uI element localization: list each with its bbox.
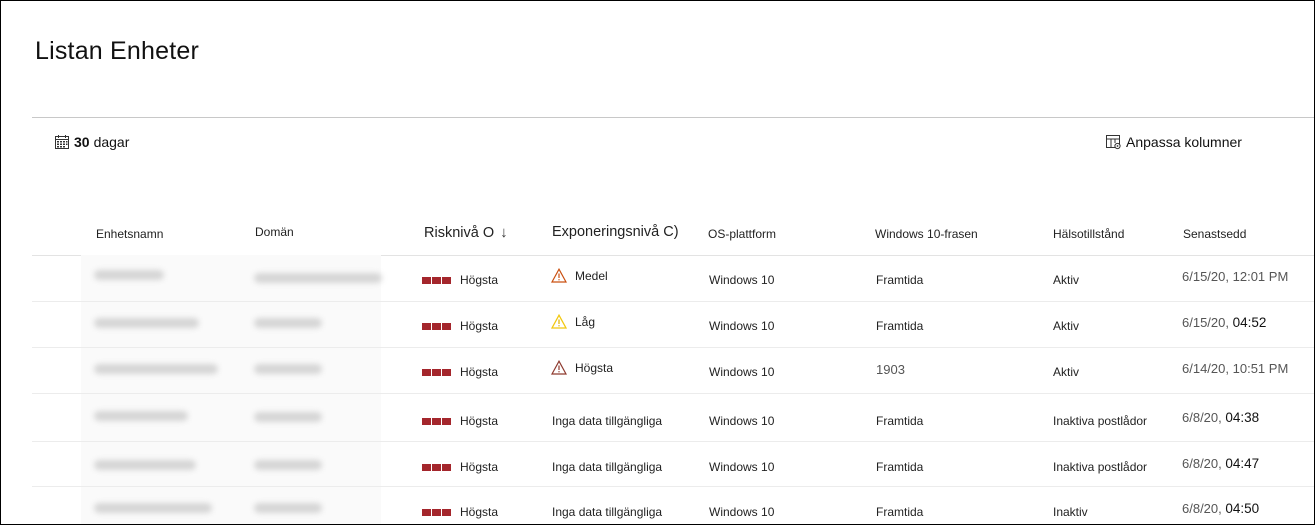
risk-bars-icon	[422, 508, 451, 516]
windows10-version-cell: Framtida	[876, 505, 924, 519]
health-state-cell: Aktiv	[1053, 365, 1080, 379]
risk-bars-icon	[422, 417, 451, 425]
windows10-version-cell: 1903	[876, 362, 905, 377]
windows10-version-cell: Framtida	[876, 414, 924, 428]
os-platform-cell: Windows 10	[709, 414, 775, 428]
last-seen-cell: 6/8/20, 04:47	[1182, 456, 1260, 471]
table-row[interactable]: Högsta Inga data tillgängliga Windows 10…	[32, 487, 1314, 524]
last-seen-cell: 6/8/20, 04:38	[1182, 410, 1260, 425]
health-state-cell: Inaktiva postlådor	[1053, 414, 1148, 428]
health-state-cell: Aktiv	[1053, 273, 1080, 287]
redacted-domain	[254, 412, 322, 422]
warning-icon	[551, 314, 567, 329]
column-header-os-platform[interactable]: OS-plattform	[708, 227, 776, 241]
redacted-device-name	[94, 364, 218, 374]
redacted-device-name	[94, 411, 188, 421]
customize-columns-label: Anpassa kolumner	[1126, 134, 1242, 150]
risk-bars-icon	[422, 463, 451, 471]
exposure-level-cell: Medel	[551, 268, 608, 283]
redacted-device-name	[94, 460, 196, 470]
windows10-version-cell: Framtida	[876, 273, 924, 287]
risk-bars-icon	[422, 368, 451, 376]
risk-bars-icon	[422, 322, 451, 330]
table-row[interactable]: Högsta Medel Windows 10 Framtida Aktiv 6…	[32, 256, 1314, 302]
column-header-domain[interactable]: Domän	[255, 225, 294, 239]
redacted-domain	[254, 503, 322, 513]
table-row[interactable]: Högsta Högsta Windows 10 1903 Aktiv 6/14…	[32, 348, 1314, 394]
column-header-last-seen[interactable]: Senastsedd	[1183, 227, 1246, 241]
redacted-domain	[254, 318, 322, 328]
redacted-domain	[254, 460, 322, 470]
date-range-button[interactable]: 30 dagar	[54, 134, 129, 150]
exposure-level-cell: Inga data tillgängliga	[552, 505, 663, 519]
health-state-cell: Aktiv	[1053, 319, 1080, 333]
risk-level-cell: Högsta	[422, 365, 498, 379]
sort-descending-icon: ↓	[500, 224, 508, 241]
health-state-cell: Inaktiv	[1053, 505, 1088, 519]
redacted-domain	[254, 364, 322, 374]
last-seen-cell: 6/15/20, 04:52	[1182, 315, 1267, 330]
os-platform-cell: Windows 10	[709, 460, 775, 474]
last-seen-cell: 6/14/20, 10:51 PM	[1182, 361, 1289, 376]
table-row[interactable]: Högsta Inga data tillgängliga Windows 10…	[32, 442, 1314, 487]
risk-level-cell: Högsta	[422, 414, 498, 428]
exposure-level-cell: Låg	[551, 314, 595, 329]
redacted-domain	[254, 273, 382, 283]
exposure-level-cell: Högsta	[551, 360, 613, 375]
risk-bars-icon	[422, 276, 451, 284]
customize-columns-icon	[1105, 134, 1122, 150]
risk-level-cell: Högsta	[422, 319, 498, 333]
redacted-device-name	[94, 503, 212, 513]
column-header-risk-level[interactable]: Risknivå O ↓	[424, 224, 508, 241]
risk-level-cell: Högsta	[422, 460, 498, 474]
page-title: Listan Enheter	[35, 37, 200, 65]
column-header-exposure-level[interactable]: Exponeringsnivå C)	[552, 224, 679, 240]
os-platform-cell: Windows 10	[709, 319, 775, 333]
date-range-number: 30	[74, 134, 90, 150]
redacted-device-name	[94, 318, 199, 328]
windows10-version-cell: Framtida	[876, 319, 924, 333]
customize-columns-button[interactable]: Anpassa kolumner	[1105, 134, 1242, 150]
divider	[32, 117, 1314, 118]
last-seen-cell: 6/15/20, 12:01 PM	[1182, 269, 1289, 284]
table-header: Enhetsnamn Domän Risknivå O ↓ Exponerings…	[32, 213, 1314, 256]
exposure-level-cell: Inga data tillgängliga	[552, 414, 663, 428]
redacted-device-name	[94, 270, 164, 280]
warning-icon	[551, 360, 567, 375]
health-state-cell: Inaktiva postlådor	[1053, 460, 1148, 474]
exposure-level-cell: Inga data tillgängliga	[552, 460, 663, 474]
table-row[interactable]: Högsta Inga data tillgängliga Windows 10…	[32, 394, 1314, 442]
risk-level-label: Risknivå O	[424, 225, 495, 241]
column-header-windows10-version[interactable]: Windows 10-frasen	[875, 227, 978, 241]
windows10-version-cell: Framtida	[876, 460, 924, 474]
table-row[interactable]: Högsta Låg Windows 10 Framtida Aktiv 6/1…	[32, 302, 1314, 348]
os-platform-cell: Windows 10	[709, 365, 775, 379]
date-range-unit: dagar	[93, 134, 130, 150]
warning-icon	[551, 268, 567, 283]
device-list-window: Listan Enheter 30 dagar Anpassa kolumner…	[0, 0, 1315, 525]
os-platform-cell: Windows 10	[709, 505, 775, 519]
calendar-icon	[54, 134, 70, 150]
last-seen-cell: 6/8/20, 04:50	[1182, 501, 1260, 516]
column-header-health-state[interactable]: Hälsotillstånd	[1053, 227, 1124, 241]
column-header-device-name[interactable]: Enhetsnamn	[96, 227, 163, 241]
risk-level-cell: Högsta	[422, 505, 498, 519]
os-platform-cell: Windows 10	[709, 273, 775, 287]
risk-level-cell: Högsta	[422, 273, 498, 287]
